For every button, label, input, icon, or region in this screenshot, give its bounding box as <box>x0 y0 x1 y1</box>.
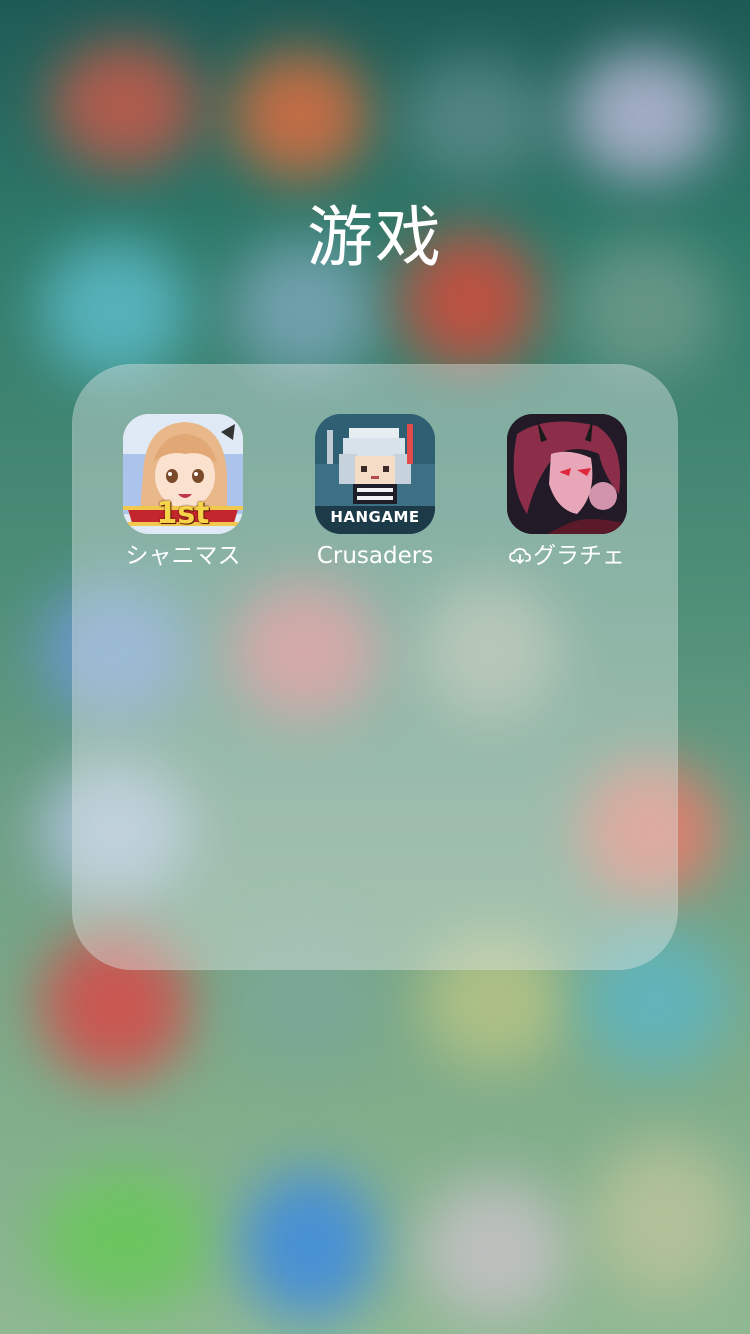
app-label: グラチェ <box>533 543 625 569</box>
icloud-download-icon <box>509 542 531 574</box>
app-label-row: グラチェ <box>471 540 663 574</box>
app-label: Crusaders <box>316 543 434 569</box>
shinymas-badge-text: 1st <box>156 496 210 531</box>
shinymas-app-icon[interactable]: 1st <box>123 414 243 534</box>
app-shinymas[interactable]: 1st シャニマス <box>87 414 279 574</box>
app-grache[interactable]: グラチェ <box>471 414 663 574</box>
crusaders-app-icon[interactable]: HANGAME <box>315 414 435 534</box>
app-crusaders[interactable]: HANGAME Crusaders <box>279 414 471 574</box>
grache-app-icon[interactable] <box>507 414 627 534</box>
hangame-badge-text: HANGAME <box>330 508 420 526</box>
app-label: シャニマス <box>125 543 241 569</box>
folder-panel: 1st シャニマス HANGAME Crusaders グラチェ <box>72 364 678 970</box>
grache-character-art <box>507 414 627 534</box>
folder-title[interactable]: 游戏 <box>0 196 750 280</box>
